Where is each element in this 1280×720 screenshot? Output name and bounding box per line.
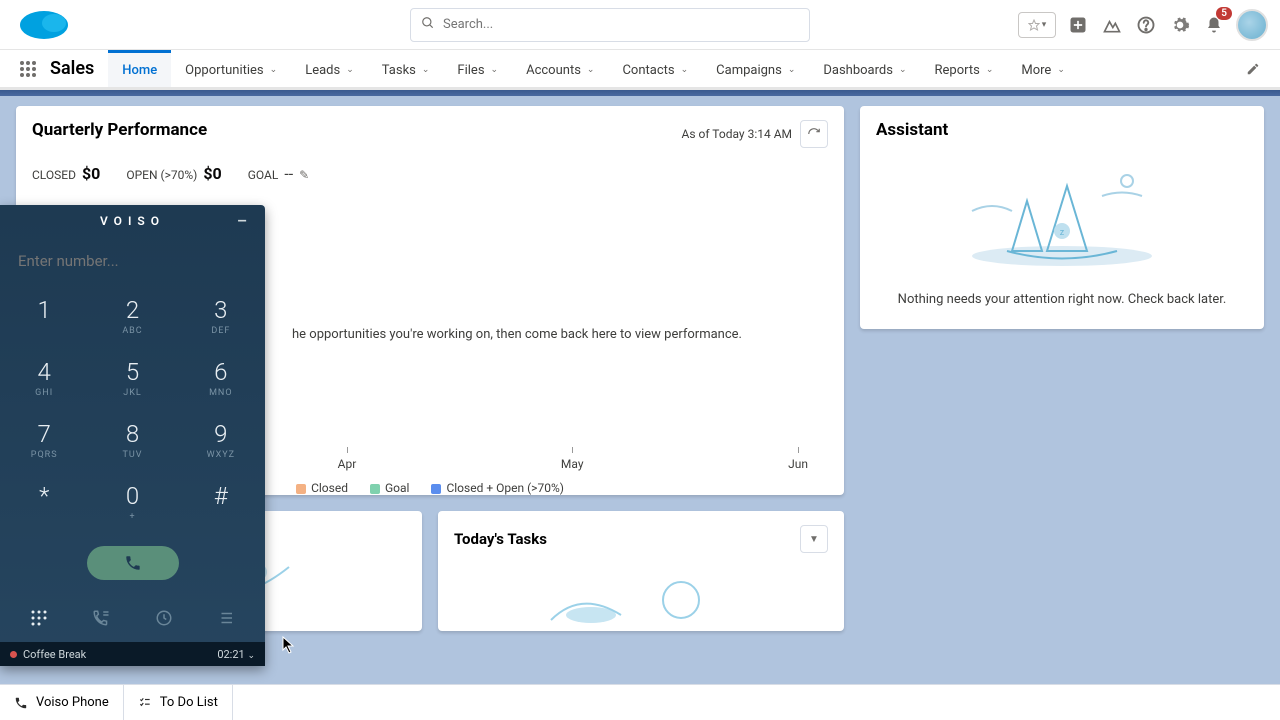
voiso-phone-utility[interactable]: Voiso Phone [0, 685, 124, 720]
nav-files[interactable]: Files⌄ [443, 50, 512, 87]
x-tick: May [561, 457, 584, 471]
dialpad-key-0[interactable]: 0+ [88, 474, 176, 536]
dialpad-key-1[interactable]: 1 [0, 288, 88, 350]
voiso-tabs [0, 596, 265, 642]
closed-label: CLOSED [32, 168, 76, 182]
dialpad: 12ABC3DEF 4GHI5JKL6MNO 7PQRS8TUV9WXYZ *0+# [0, 288, 265, 536]
assistant-title: Assistant [876, 120, 1248, 140]
dialpad-key-4[interactable]: 4GHI [0, 350, 88, 412]
assistant-message: Nothing needs your attention right now. … [876, 292, 1248, 315]
edit-nav-icon[interactable] [1236, 50, 1270, 87]
assistant-illustration: z [876, 156, 1248, 276]
goal-label: GOAL [248, 168, 279, 182]
trailhead-icon[interactable] [1100, 13, 1124, 37]
voiso-header: VOISO – [0, 205, 265, 237]
add-icon[interactable] [1066, 13, 1090, 37]
phone-number-input[interactable] [18, 252, 247, 270]
dialpad-tab-icon[interactable] [19, 604, 59, 632]
dialpad-key-5[interactable]: 5JKL [88, 350, 176, 412]
nav-opportunities[interactable]: Opportunities⌄ [171, 50, 291, 87]
setup-gear-icon[interactable] [1168, 13, 1192, 37]
todays-tasks-card: Today's Tasks ▼ [438, 511, 844, 631]
dialpad-key-2[interactable]: 2ABC [88, 288, 176, 350]
dialpad-key-7[interactable]: 7PQRS [0, 412, 88, 474]
open-label: OPEN (>70%) [126, 168, 197, 182]
nav-tasks[interactable]: Tasks⌄ [368, 50, 444, 87]
nav-campaigns[interactable]: Campaigns⌄ [702, 50, 809, 87]
utility-label: To Do List [160, 695, 218, 710]
user-avatar[interactable] [1236, 9, 1268, 41]
list-tab-icon[interactable] [206, 604, 246, 632]
refresh-button[interactable] [800, 120, 828, 148]
chart-empty-message: he opportunities you're working on, then… [292, 325, 798, 345]
contacts-tab-icon[interactable] [81, 604, 121, 632]
favorites-button[interactable]: ▾ [1018, 12, 1056, 38]
svg-text:z: z [1060, 228, 1065, 238]
utility-label: Voiso Phone [36, 695, 109, 710]
search-icon [421, 15, 435, 34]
x-tick: Jun [788, 457, 808, 471]
tasks-illustration [454, 565, 828, 625]
app-launcher-icon[interactable] [10, 50, 46, 87]
global-header: ▾ 5 [0, 0, 1280, 50]
voiso-dialer: VOISO – 12ABC3DEF 4GHI5JKL6MNO 7PQRS8TUV9W… [0, 205, 265, 666]
dialpad-key-*[interactable]: * [0, 474, 88, 536]
voiso-brand: VOISO [100, 214, 165, 228]
todo-list-utility[interactable]: To Do List [124, 685, 233, 720]
nav-dashboards[interactable]: Dashboards⌄ [809, 50, 920, 87]
nav-accounts[interactable]: Accounts⌄ [512, 50, 608, 87]
status-label: Coffee Break [23, 648, 86, 661]
dialpad-key-8[interactable]: 8TUV [88, 412, 176, 474]
legend-closed: Closed [311, 481, 348, 495]
legend-both: Closed + Open (>70%) [446, 481, 563, 495]
dialpad-key-9[interactable]: 9WXYZ [177, 412, 265, 474]
voiso-status-bar[interactable]: Coffee Break 02:21 ⌄ [0, 642, 265, 666]
nav-home[interactable]: Home [108, 50, 171, 87]
status-dot-icon [10, 651, 17, 658]
nav-leads[interactable]: Leads⌄ [291, 50, 368, 87]
call-button[interactable] [87, 546, 179, 580]
history-tab-icon[interactable] [144, 604, 184, 632]
dialpad-key-3[interactable]: 3DEF [177, 288, 265, 350]
nav-bar: Sales HomeOpportunities⌄Leads⌄Tasks⌄File… [0, 50, 1280, 90]
utility-bar: Voiso Phone To Do List [0, 684, 1280, 720]
salesforce-logo [18, 7, 70, 43]
global-search[interactable] [410, 8, 810, 42]
status-timer: 02:21 [217, 648, 244, 661]
minimize-icon[interactable]: – [237, 211, 253, 230]
nav-reports[interactable]: Reports⌄ [921, 50, 1008, 87]
nav-more[interactable]: More⌄ [1007, 50, 1079, 87]
app-name: Sales [46, 50, 108, 87]
tasks-dropdown-button[interactable]: ▼ [800, 525, 828, 553]
closed-value: $0 [82, 164, 100, 183]
legend-goal: Goal [385, 481, 409, 495]
edit-goal-icon[interactable]: ✎ [299, 168, 309, 182]
open-value: $0 [203, 164, 221, 183]
help-icon[interactable] [1134, 13, 1158, 37]
notifications-icon[interactable]: 5 [1202, 13, 1226, 37]
x-tick: Apr [338, 457, 357, 471]
dialpad-key-6[interactable]: 6MNO [177, 350, 265, 412]
dialpad-key-#[interactable]: # [177, 474, 265, 536]
qp-asof-text: As of Today 3:14 AM [682, 127, 792, 141]
header-actions: ▾ 5 [1018, 9, 1268, 41]
qp-title: Quarterly Performance [32, 120, 207, 140]
tasks-title: Today's Tasks [454, 530, 547, 548]
notification-badge: 5 [1216, 7, 1232, 20]
search-input[interactable] [443, 17, 799, 32]
goal-value: -- [284, 164, 293, 183]
nav-contacts[interactable]: Contacts⌄ [608, 50, 702, 87]
assistant-card: Assistant z Nothing needs your attention… [860, 106, 1264, 329]
